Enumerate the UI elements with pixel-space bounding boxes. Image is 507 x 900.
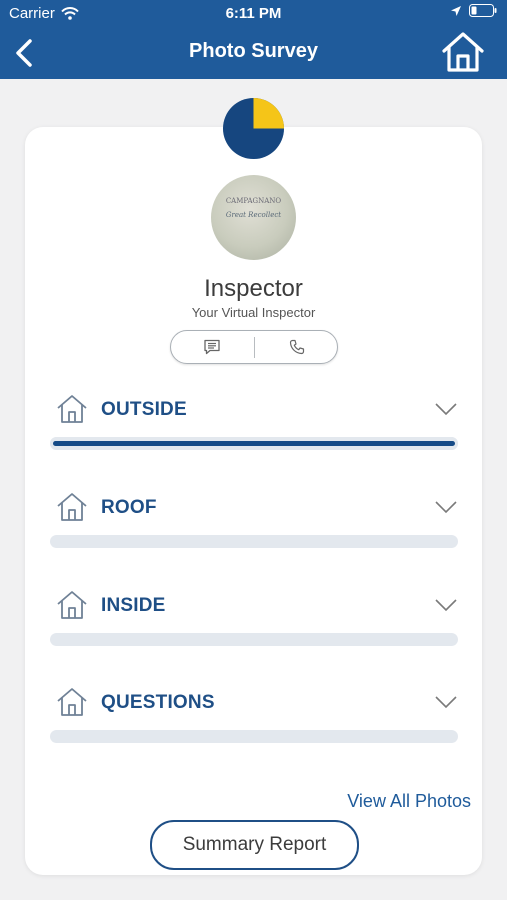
status-time: 6:11 PM	[225, 5, 282, 22]
section-outside[interactable]: OUTSIDE	[50, 393, 458, 453]
section-roof[interactable]: ROOF	[50, 491, 458, 551]
phone-icon	[289, 339, 305, 355]
contact-divider	[254, 337, 255, 358]
section-progress-track	[50, 730, 458, 743]
avatar-logo-text: CAMPAGNANO	[225, 197, 282, 205]
section-label: OUTSIDE	[101, 399, 187, 420]
location-arrow-icon	[451, 5, 461, 16]
section-label: INSIDE	[101, 595, 166, 616]
message-button[interactable]	[191, 335, 233, 359]
house-icon	[57, 493, 87, 521]
house-icon	[57, 688, 87, 716]
survey-progress-pie	[222, 97, 285, 160]
chevron-down-icon[interactable]	[434, 694, 458, 710]
message-icon	[204, 339, 220, 355]
section-label: QUESTIONS	[101, 692, 215, 713]
avatar-logo-subtext: Great Recollect	[225, 211, 282, 219]
chevron-down-icon[interactable]	[434, 401, 458, 417]
call-button[interactable]	[276, 335, 318, 359]
pie-completed	[253, 97, 285, 129]
chevron-down-icon[interactable]	[434, 597, 458, 613]
house-icon	[57, 395, 87, 423]
battery-icon	[469, 4, 497, 17]
page-title: Photo Survey	[189, 40, 318, 62]
inspector-avatar: CAMPAGNANO Great Recollect	[211, 175, 296, 260]
status-right	[450, 4, 497, 17]
section-progress-fill	[50, 437, 458, 450]
chevron-down-icon[interactable]	[434, 499, 458, 515]
home-icon	[442, 32, 484, 72]
inspection-card: CAMPAGNANO Great Recollect Inspector You…	[25, 127, 482, 875]
view-all-photos-link[interactable]: View All Photos	[347, 791, 471, 812]
section-progress-track	[50, 437, 458, 450]
inspector-name: Inspector	[204, 275, 303, 302]
inspector-subtitle: Your Virtual Inspector	[191, 305, 316, 320]
section-progress-track	[50, 633, 458, 646]
section-progress-track	[50, 535, 458, 548]
section-inside[interactable]: INSIDE	[50, 589, 458, 649]
top-bar: Carrier 6:11 PM Photo Survey	[0, 0, 507, 79]
summary-report-button[interactable]: Summary Report	[150, 820, 359, 870]
contact-buttons	[170, 330, 338, 364]
section-label: ROOF	[101, 497, 157, 518]
section-questions[interactable]: QUESTIONS	[50, 686, 458, 746]
home-button[interactable]	[441, 31, 485, 73]
house-icon	[57, 591, 87, 619]
